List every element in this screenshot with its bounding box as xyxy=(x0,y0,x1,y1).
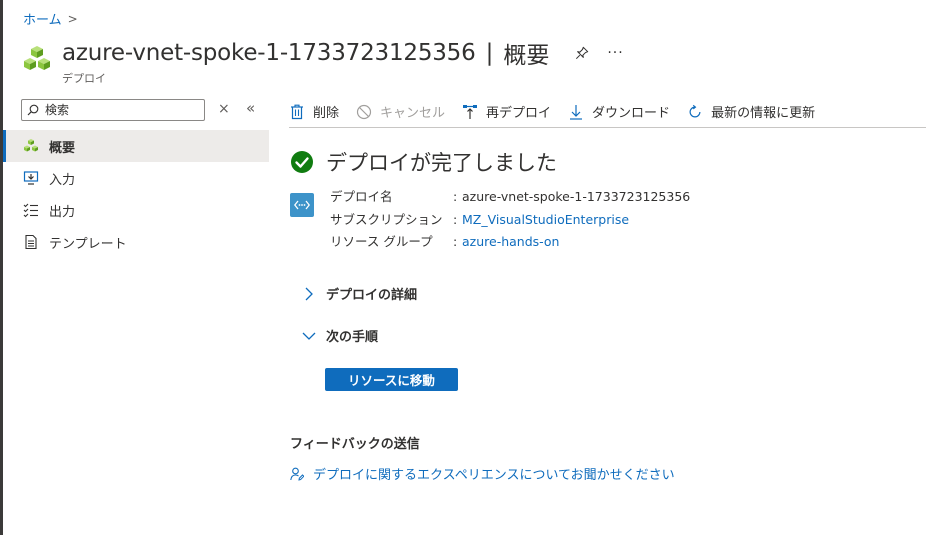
overview-icon xyxy=(23,138,39,154)
detail-row-deployment-name: デプロイ名 : azure-vnet-spoke-1-1733723125356 xyxy=(330,186,690,209)
feedback-link-label: デプロイに関するエクスペリエンスについてお聞かせください xyxy=(313,468,675,483)
command-bar: 削除 キャンセル 再デプロイ ダウンロード 最新の情報に更新 xyxy=(289,96,926,128)
sidebar-item-template[interactable]: テンプレート xyxy=(3,226,269,258)
details-list: デプロイ名 : azure-vnet-spoke-1-1733723125356… xyxy=(330,186,690,254)
refresh-label: 最新の情報に更新 xyxy=(711,106,816,121)
redeploy-button[interactable]: 再デプロイ xyxy=(462,102,551,121)
chevron-down-icon xyxy=(302,332,316,340)
sidebar-item-label: 入力 xyxy=(49,172,76,188)
success-check-icon xyxy=(291,151,313,173)
page-subtitle: デプロイ xyxy=(62,72,106,85)
deployment-status: デプロイが完了しました xyxy=(290,147,557,177)
status-title: デプロイが完了しました xyxy=(326,151,557,175)
clear-search-icon[interactable]: × xyxy=(218,101,230,117)
go-to-resource-button[interactable]: リソースに移動 xyxy=(325,368,458,391)
refresh-icon xyxy=(687,104,703,120)
search-input[interactable] xyxy=(43,102,197,118)
next-steps-label: 次の手順 xyxy=(326,330,379,345)
sidebar-item-input[interactable]: 入力 xyxy=(3,162,269,194)
chevron-right-icon xyxy=(305,287,313,300)
output-icon xyxy=(23,202,39,218)
sidebar-item-label: 出力 xyxy=(49,204,76,220)
search-icon xyxy=(27,104,39,116)
subscription-link[interactable]: MZ_VisualStudioEnterprise xyxy=(462,209,629,232)
detail-colon: : xyxy=(453,234,458,249)
breadcrumb: ホーム > xyxy=(23,9,78,29)
sidebar-item-label: 概要 xyxy=(49,140,76,156)
next-steps-toggle[interactable]: 次の手順 xyxy=(302,326,378,345)
detail-row-resource-group: リソース グループ : azure-hands-on xyxy=(330,231,690,254)
detail-colon: : xyxy=(453,211,458,227)
input-icon xyxy=(23,170,39,186)
breadcrumb-chevron-icon: > xyxy=(67,11,78,26)
download-icon xyxy=(568,104,584,120)
template-icon xyxy=(23,234,39,250)
trash-icon xyxy=(289,104,305,120)
page-title: azure-vnet-spoke-1-1733723125356 xyxy=(62,40,476,66)
window-left-edge xyxy=(0,0,3,535)
resource-group-link[interactable]: azure-hands-on xyxy=(462,231,559,254)
redeploy-icon xyxy=(462,104,478,120)
download-label: ダウンロード xyxy=(592,106,671,121)
deployment-cubes-icon xyxy=(24,46,50,70)
sidebar-item-overview[interactable]: 概要 xyxy=(3,130,269,162)
page-header: azure-vnet-spoke-1-1733723125356 | 概要 ··… xyxy=(22,36,624,86)
breadcrumb-home-link[interactable]: ホーム xyxy=(23,9,62,28)
title-separator: | xyxy=(485,40,494,66)
feedback-link[interactable]: デプロイに関するエクスペリエンスについてお聞かせください xyxy=(290,464,675,483)
download-button[interactable]: ダウンロード xyxy=(568,102,670,121)
detail-key: サブスクリプション xyxy=(330,211,443,227)
page-section-title: 概要 xyxy=(503,43,550,69)
detail-colon: : xyxy=(453,189,458,204)
cancel-label: キャンセル xyxy=(380,106,446,121)
detail-row-subscription: サブスクリプション : MZ_VisualStudioEnterprise xyxy=(330,209,690,232)
cancel-icon xyxy=(356,104,372,120)
delete-button[interactable]: 削除 xyxy=(289,102,339,121)
more-options-icon[interactable]: ··· xyxy=(607,45,623,61)
delete-label: 削除 xyxy=(313,106,340,121)
feedback-person-icon xyxy=(290,467,304,481)
feedback-title: フィードバックの送信 xyxy=(290,437,420,452)
search-box[interactable] xyxy=(21,99,205,121)
deployment-details-toggle[interactable]: デプロイの詳細 xyxy=(302,284,417,303)
deployment-name-value: azure-vnet-spoke-1-1733723125356 xyxy=(462,189,691,204)
sidebar-item-label: テンプレート xyxy=(49,236,127,252)
detail-key: リソース グループ xyxy=(330,234,433,249)
deployment-details-label: デプロイの詳細 xyxy=(326,288,418,303)
refresh-button[interactable]: 最新の情報に更新 xyxy=(687,102,815,121)
deployment-tile-icon xyxy=(290,193,314,217)
detail-key: デプロイ名 xyxy=(330,189,393,204)
redeploy-label: 再デプロイ xyxy=(486,106,552,121)
collapse-sidebar-icon[interactable]: « xyxy=(246,99,255,117)
sidebar-item-output[interactable]: 出力 xyxy=(3,194,269,226)
pin-icon[interactable] xyxy=(575,46,589,60)
sidebar-nav: 概要 入力 出力 テンプレート xyxy=(3,130,269,258)
cancel-button[interactable]: キャンセル xyxy=(356,102,445,121)
deployment-details: デプロイ名 : azure-vnet-spoke-1-1733723125356… xyxy=(290,186,690,254)
